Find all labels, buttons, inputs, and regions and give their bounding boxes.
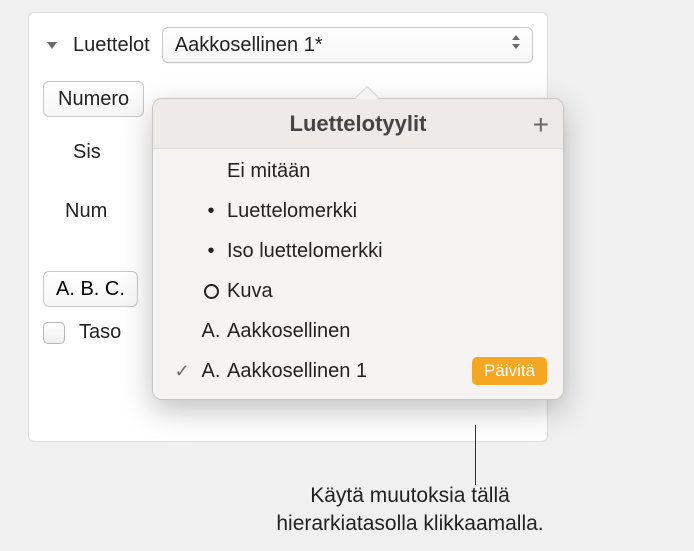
bullet-preview-icon: A. bbox=[195, 360, 227, 383]
bullet-preview-icon: • bbox=[195, 240, 227, 263]
chevrons-icon bbox=[510, 33, 522, 57]
list-style-option[interactable]: •Luettelomerkki bbox=[153, 191, 563, 231]
format-value: A. B. C. bbox=[56, 278, 125, 301]
lists-row: Luettelot Aakkosellinen 1* bbox=[43, 27, 533, 63]
option-label: Luettelomerkki bbox=[227, 200, 547, 223]
update-style-button[interactable]: Päivitä bbox=[472, 357, 547, 385]
list-styles-popover: Luettelotyylit + Ei mitään•Luettelomerkk… bbox=[152, 98, 564, 400]
option-label: Aakkosellinen 1 bbox=[227, 360, 472, 383]
disclosure-triangle-icon[interactable] bbox=[43, 36, 61, 54]
list-style-option[interactable]: A.Aakkosellinen bbox=[153, 311, 563, 351]
checkmark-icon: ✓ bbox=[169, 361, 195, 382]
popover-title: Luettelotyylit bbox=[290, 111, 427, 137]
level-label: Taso bbox=[79, 321, 121, 344]
level-checkbox[interactable] bbox=[43, 322, 65, 344]
popover-list: Ei mitään•Luettelomerkki•Iso luettelomer… bbox=[153, 149, 563, 399]
callout-text: Käytä muutoksia tällä hierarkiatasolla k… bbox=[160, 482, 660, 539]
dropdown-value: Aakkosellinen 1* bbox=[175, 34, 323, 57]
lists-label: Luettelot bbox=[73, 34, 150, 57]
bullet-preview-icon: • bbox=[195, 200, 227, 223]
option-label: Iso luettelomerkki bbox=[227, 240, 547, 263]
option-label: Ei mitään bbox=[227, 160, 547, 183]
popover-header: Luettelotyylit + bbox=[153, 99, 563, 149]
callout-line2: hierarkiatasolla klikkaamalla. bbox=[276, 512, 543, 535]
list-style-option[interactable]: •Iso luettelomerkki bbox=[153, 231, 563, 271]
add-style-button[interactable]: + bbox=[533, 109, 549, 141]
button-label: Numero bbox=[58, 88, 129, 111]
number-format-select[interactable]: A. B. C. bbox=[43, 271, 138, 307]
list-style-dropdown[interactable]: Aakkosellinen 1* bbox=[162, 27, 533, 63]
callout-line1: Käytä muutoksia tällä bbox=[310, 484, 510, 507]
bullets-numbers-button[interactable]: Numero bbox=[43, 81, 144, 117]
option-label: Aakkosellinen bbox=[227, 320, 547, 343]
list-style-option[interactable]: Kuva bbox=[153, 271, 563, 311]
bullet-preview-icon: A. bbox=[195, 320, 227, 343]
list-style-option[interactable]: ✓A.Aakkosellinen 1Päivitä bbox=[153, 351, 563, 391]
list-style-option[interactable]: Ei mitään bbox=[153, 151, 563, 191]
option-label: Kuva bbox=[227, 280, 547, 303]
bullet-preview-icon bbox=[195, 284, 227, 299]
callout-leader-line bbox=[475, 425, 476, 485]
